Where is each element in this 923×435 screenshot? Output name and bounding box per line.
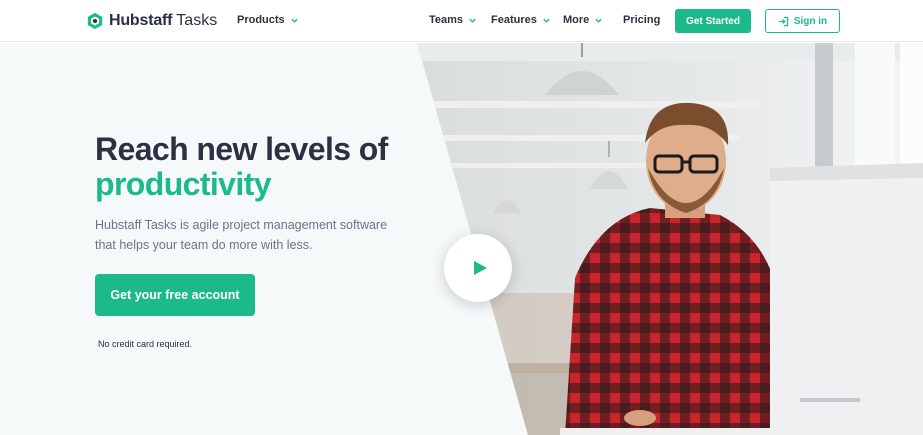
nav-more-dropdown[interactable]: More [563, 14, 603, 26]
hubstaff-logo-icon [87, 12, 103, 30]
play-video-button[interactable] [444, 234, 512, 302]
chevron-down-icon [291, 18, 298, 23]
nav-teams-dropdown[interactable]: Teams [429, 14, 477, 26]
chevron-down-icon [469, 18, 476, 23]
sign-in-icon [778, 16, 789, 26]
play-icon [473, 261, 487, 275]
sign-in-button[interactable]: Sign in [765, 9, 840, 33]
chevron-down-icon [543, 18, 550, 23]
no-credit-card-note: No credit card required. [98, 339, 193, 349]
nav-products-label: Products [237, 14, 285, 26]
hubstaff-tasks-logo[interactable]: Hubstaff Tasks [86, 11, 217, 31]
nav-features-label: Features [491, 14, 537, 26]
nav-pricing-label: Pricing [623, 14, 661, 26]
hero-headline: Reach new levels of productivity [95, 132, 388, 202]
sign-in-label: Sign in [793, 15, 828, 27]
logo-product-name: Tasks [176, 12, 218, 29]
nav-products-dropdown[interactable]: Products [237, 14, 299, 26]
headline-accent: productivity [95, 166, 272, 202]
get-started-button[interactable]: Get Started [675, 9, 751, 33]
get-free-account-button[interactable]: Get your free account [95, 274, 255, 316]
nav-teams-label: Teams [429, 14, 464, 26]
chevron-down-icon [595, 18, 602, 23]
nav-more-label: More [563, 14, 590, 26]
hero-description: Hubstaff Tasks is agile project manageme… [95, 218, 388, 252]
logo-wordmark: Hubstaff [109, 12, 173, 29]
nav-features-dropdown[interactable]: Features [491, 14, 551, 26]
site-header: Hubstaff Tasks Products Teams Features M… [0, 0, 923, 42]
headline-line: Reach new levels of [95, 131, 388, 167]
nav-pricing-link[interactable]: Pricing [623, 14, 660, 26]
